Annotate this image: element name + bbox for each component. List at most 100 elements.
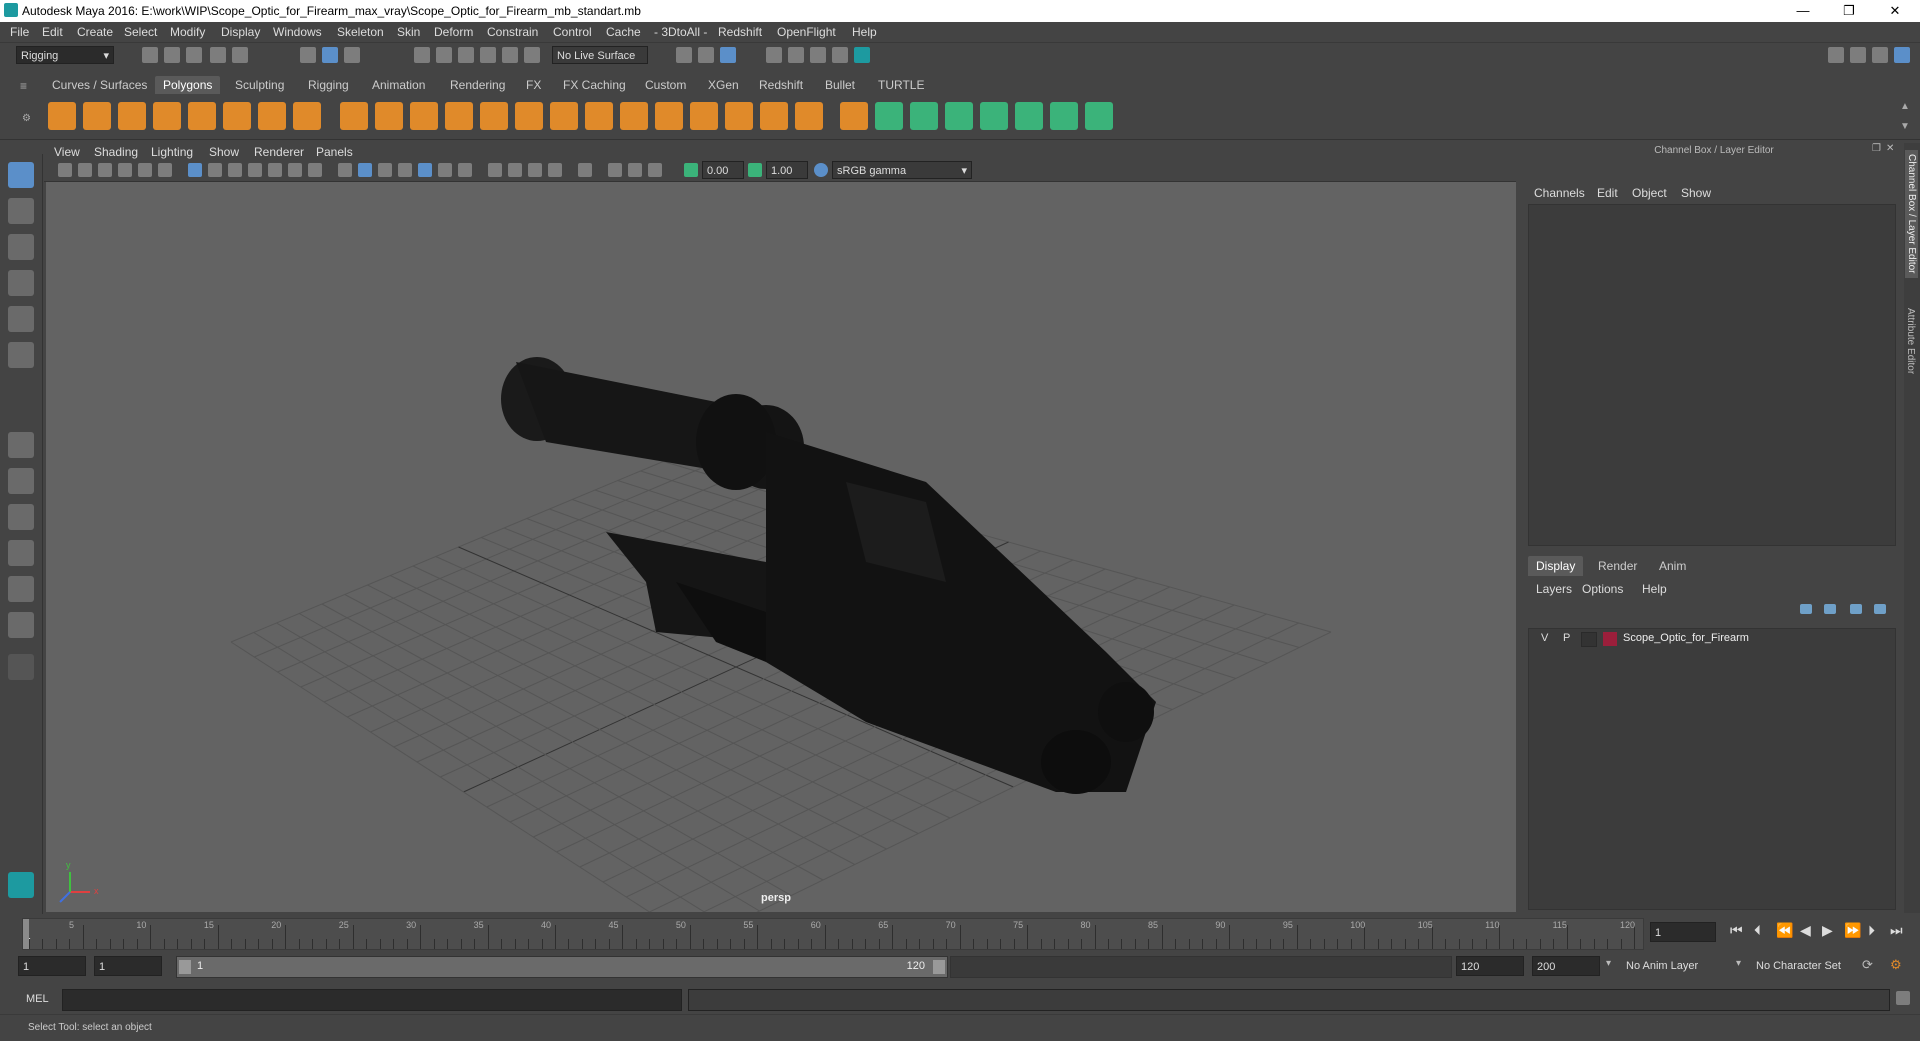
image-plane-icon[interactable]: [118, 163, 132, 177]
layer-visibility-toggle[interactable]: V: [1541, 632, 1548, 644]
insert-edge-loop-icon[interactable]: [655, 102, 683, 130]
gamma-icon[interactable]: [748, 163, 762, 177]
film-gate-icon[interactable]: [208, 163, 222, 177]
combine-icon[interactable]: [340, 102, 368, 130]
extrude-icon[interactable]: [480, 102, 508, 130]
redo-icon[interactable]: [232, 47, 248, 63]
restore-button[interactable]: ❐: [1826, 0, 1872, 22]
hypershade-icon[interactable]: [832, 47, 848, 63]
scale-tool-icon[interactable]: [8, 342, 34, 368]
layer-reference-toggle[interactable]: [1581, 632, 1597, 647]
select-component-icon[interactable]: [344, 47, 360, 63]
go-to-start-icon[interactable]: ⏮: [1730, 922, 1743, 939]
menu-windows[interactable]: Windows: [273, 25, 322, 39]
shelf-menu-icon[interactable]: ≡: [20, 79, 27, 93]
viewport-menu-show[interactable]: Show: [209, 145, 239, 159]
layer-menu-layers[interactable]: Layers: [1536, 582, 1572, 596]
rotate-tool-icon[interactable]: [8, 306, 34, 332]
menu-openflight[interactable]: OpenFlight: [777, 25, 836, 39]
new-layer-icon[interactable]: [1850, 604, 1862, 614]
screen-space-ao-icon[interactable]: [488, 163, 502, 177]
move-layer-up-icon[interactable]: [1800, 604, 1812, 614]
menu-control[interactable]: Control: [553, 25, 592, 39]
play-forwards-icon[interactable]: ▶: [1822, 922, 1833, 939]
tab-polygons[interactable]: Polygons: [155, 76, 221, 94]
channel-box-toggle-icon[interactable]: [1894, 47, 1910, 63]
poly-cube-icon[interactable]: [83, 102, 111, 130]
new-scene-icon[interactable]: [142, 47, 158, 63]
separate-icon[interactable]: [375, 102, 403, 130]
two-panes-stacked-icon[interactable]: [8, 540, 34, 566]
isolate-select-icon[interactable]: [578, 163, 592, 177]
xray-active-icon[interactable]: [628, 163, 642, 177]
tab-bullet[interactable]: Bullet: [817, 76, 863, 94]
poly-torus-icon[interactable]: [223, 102, 251, 130]
cb-menu-show[interactable]: Show: [1681, 186, 1711, 200]
layer-menu-help[interactable]: Help: [1642, 582, 1667, 596]
close-button[interactable]: ✕: [1872, 0, 1918, 22]
menu-create[interactable]: Create: [77, 25, 113, 39]
command-input[interactable]: [62, 989, 682, 1011]
tab-redshift[interactable]: Redshift: [751, 76, 811, 94]
shelf-scroll-down-icon[interactable]: ▼: [1900, 121, 1910, 132]
menu-constrain[interactable]: Constrain: [487, 25, 538, 39]
chevron-down-icon[interactable]: ▾: [1606, 958, 1611, 969]
exposure-field[interactable]: 0.00: [702, 161, 744, 179]
menu-edit[interactable]: Edit: [42, 25, 63, 39]
live-surface-field[interactable]: No Live Surface: [552, 46, 648, 64]
bookmark-icon[interactable]: [98, 163, 112, 177]
gate-mask-icon[interactable]: [248, 163, 262, 177]
smooth-shade-icon[interactable]: [358, 163, 372, 177]
go-to-end-icon[interactable]: ⏭: [1890, 922, 1903, 939]
paint-select-tool-icon[interactable]: [8, 234, 34, 260]
append-icon[interactable]: [585, 102, 613, 130]
textured-icon[interactable]: [418, 163, 432, 177]
menu-file[interactable]: File: [10, 25, 29, 39]
two-panes-side-icon[interactable]: [8, 504, 34, 530]
step-back-frame-icon[interactable]: ⏴: [1754, 922, 1761, 939]
undo-icon[interactable]: [210, 47, 226, 63]
perspective-viewport[interactable]: x y persp: [46, 182, 1516, 912]
viewport-menu-lighting[interactable]: Lighting: [151, 145, 193, 159]
resolution-gate-icon[interactable]: [228, 163, 242, 177]
layer-name[interactable]: Scope_Optic_for_Firearm: [1623, 632, 1749, 644]
depth-of-field-icon[interactable]: [548, 163, 562, 177]
menu-cache[interactable]: Cache: [606, 25, 641, 39]
layer-row[interactable]: V P Scope_Optic_for_Firearm: [1529, 629, 1895, 649]
uv-unfold-icon[interactable]: [910, 102, 938, 130]
outliner-toggle-icon[interactable]: [1850, 47, 1866, 63]
menu-deform[interactable]: Deform: [434, 25, 473, 39]
tab-fx[interactable]: FX: [518, 76, 549, 94]
auto-key-icon[interactable]: ⟳: [1862, 957, 1873, 973]
menu-help[interactable]: Help: [852, 25, 877, 39]
uv-cut-icon[interactable]: [980, 102, 1008, 130]
anti-aliasing-icon[interactable]: [528, 163, 542, 177]
lasso-tool-icon[interactable]: [8, 198, 34, 224]
layer-tab-display[interactable]: Display: [1528, 556, 1584, 576]
smooth-icon[interactable]: [445, 102, 473, 130]
bevel-icon[interactable]: [550, 102, 578, 130]
input-output-icon[interactable]: [676, 47, 692, 63]
mode-selector[interactable]: Rigging ▾: [16, 46, 114, 64]
ipr-render-icon[interactable]: [788, 47, 804, 63]
wireframe-icon[interactable]: [338, 163, 352, 177]
animation-start-field[interactable]: 1: [18, 956, 86, 976]
default-material-icon[interactable]: [378, 163, 392, 177]
chevron-down-icon[interactable]: ▾: [1736, 958, 1741, 969]
wireframe-on-shaded-icon[interactable]: [398, 163, 412, 177]
anim-layer-select[interactable]: No Anim Layer: [1622, 956, 1734, 976]
tab-turtle[interactable]: TURTLE: [870, 76, 932, 94]
uv-toolkit-icon[interactable]: [1085, 102, 1113, 130]
poly-cylinder-icon[interactable]: [118, 102, 146, 130]
outliner-layout-icon[interactable]: [8, 576, 34, 602]
cb-menu-object[interactable]: Object: [1632, 186, 1667, 200]
color-management-icon[interactable]: [814, 163, 828, 177]
single-perspective-layout-icon[interactable]: [8, 432, 34, 458]
snap-view-plane-icon[interactable]: [480, 47, 496, 63]
xray-joints-icon[interactable]: [648, 163, 662, 177]
script-editor-icon[interactable]: [1896, 991, 1910, 1005]
layout-collapse-icon[interactable]: [8, 654, 34, 680]
render-view-icon[interactable]: [810, 47, 826, 63]
layer-color-swatch[interactable]: [1603, 632, 1617, 646]
construction-history-icon[interactable]: [698, 47, 714, 63]
